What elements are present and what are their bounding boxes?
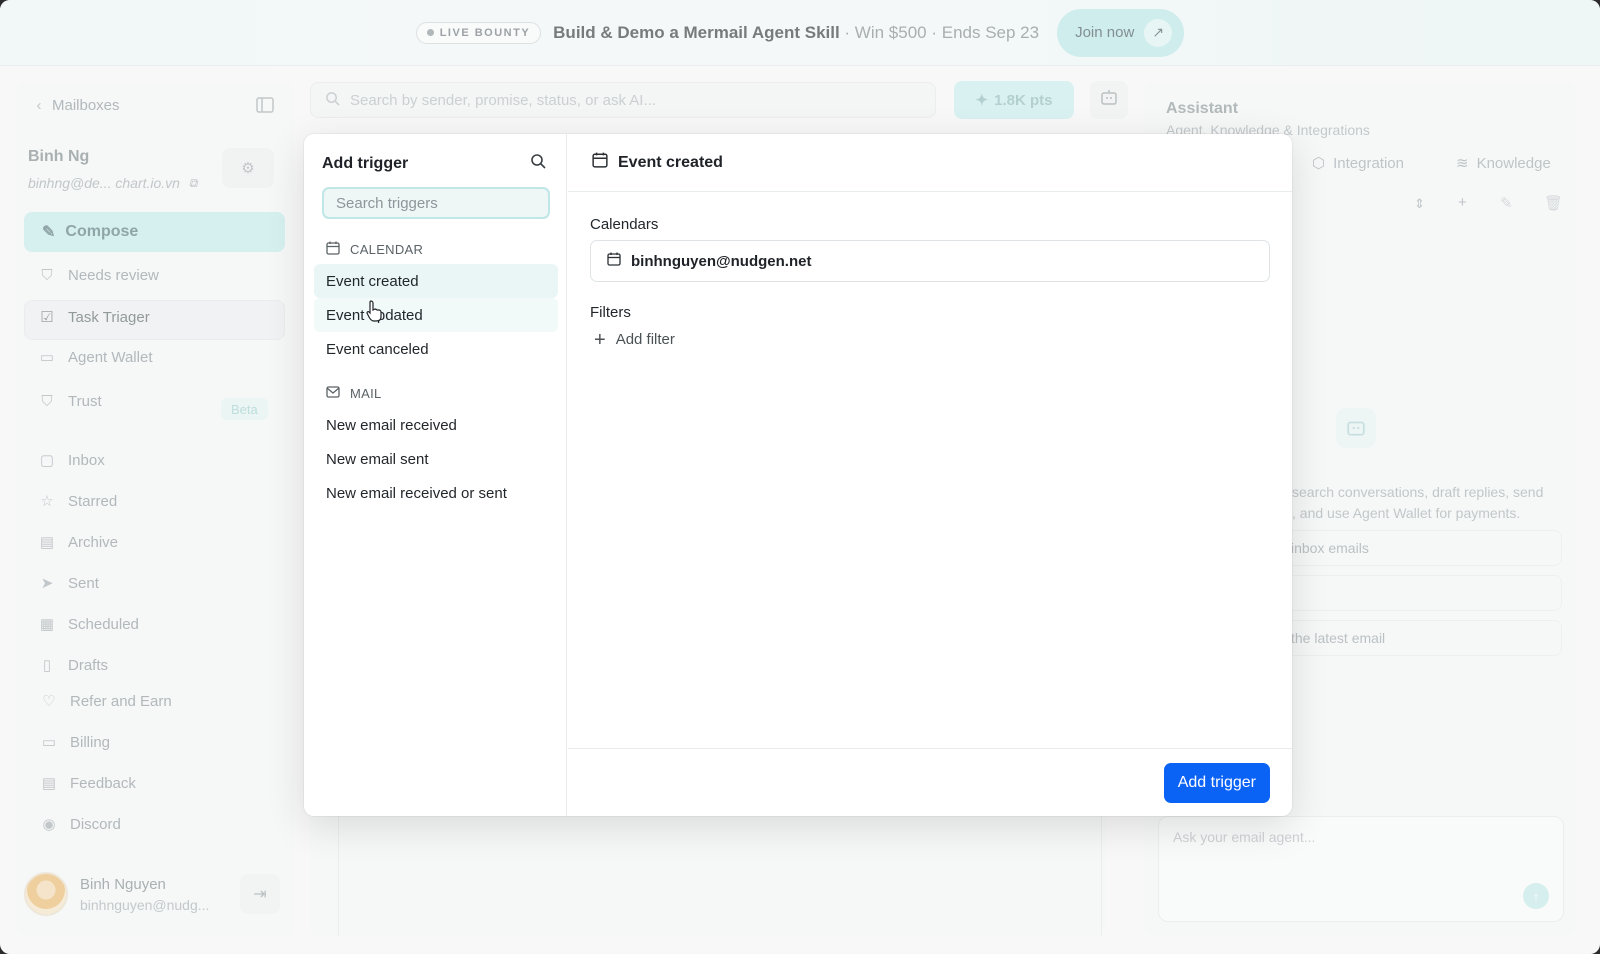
section-calendar: CALENDAR <box>326 241 423 258</box>
modal-title: Add trigger <box>322 155 409 172</box>
trigger-list-panel: Add trigger CALENDAR Event created Event… <box>304 134 567 816</box>
section-label: CALENDAR <box>350 242 424 257</box>
add-filter-label: Add filter <box>615 331 675 348</box>
section-mail: MAIL <box>326 386 382 401</box>
hand-cursor-icon <box>366 300 382 327</box>
search-icon[interactable] <box>530 153 546 174</box>
calendar-icon <box>607 252 621 270</box>
add-filter-button[interactable]: + Add filter <box>594 328 675 351</box>
trigger-new-email-sent[interactable]: New email sent <box>314 442 558 476</box>
calendar-account-select[interactable]: binhnguyen@nudgen.net <box>590 240 1270 282</box>
add-trigger-modal: Add trigger CALENDAR Event created Event… <box>304 134 1292 816</box>
calendar-icon <box>592 152 608 173</box>
section-label: MAIL <box>350 386 382 401</box>
plus-icon: + <box>594 328 606 351</box>
mail-icon <box>326 386 340 401</box>
trigger-event-updated[interactable]: Event updated <box>314 298 558 332</box>
calendar-icon <box>326 241 340 258</box>
trigger-config-header: Event created <box>568 134 1292 192</box>
trigger-config-title: Event created <box>618 153 723 171</box>
calendar-account-value: binhnguyen@nudgen.net <box>631 252 812 270</box>
filters-label: Filters <box>590 304 631 321</box>
add-trigger-button[interactable]: Add trigger <box>1163 763 1270 803</box>
trigger-new-email-received[interactable]: New email received <box>314 408 558 442</box>
search-triggers-input[interactable] <box>322 187 550 219</box>
trigger-event-canceled[interactable]: Event canceled <box>314 332 558 366</box>
trigger-config-panel: Event created Calendars binhnguyen@nudge… <box>568 134 1292 816</box>
modal-footer: Add trigger <box>568 748 1292 816</box>
app-window: LIVE BOUNTY Build & Demo a Mermail Agent… <box>0 0 1600 954</box>
calendars-label: Calendars <box>590 216 659 233</box>
trigger-new-email-received-or-sent[interactable]: New email received or sent <box>314 476 558 510</box>
trigger-event-created[interactable]: Event created <box>314 264 558 298</box>
